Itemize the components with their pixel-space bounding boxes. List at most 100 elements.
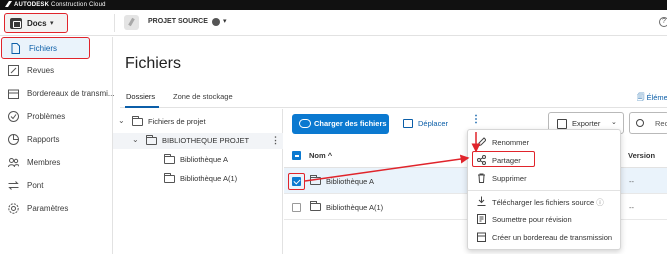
move-label: Déplacer: [418, 119, 449, 128]
tree-item-bibliotheque-projet[interactable]: ⌄ BIBLIOTHEQUE PROJET: [132, 134, 272, 150]
report-icon: [8, 134, 19, 145]
autodesk-logo-icon: [5, 1, 12, 7]
chevron-down-icon[interactable]: ⌄: [132, 135, 139, 144]
header: Docs ▾ PROJET SOURCE ▾ ?: [0, 10, 667, 36]
upload-files-label: Charger des fichiers: [314, 119, 387, 128]
trash-icon: [478, 173, 485, 183]
chevron-down-icon: ⌄: [611, 119, 617, 126]
help-icon[interactable]: ?: [659, 17, 667, 27]
menu-item-label: Supprimer: [492, 174, 527, 183]
export-label: Exporter: [572, 119, 601, 128]
submit-review-icon: [477, 214, 486, 224]
sidebar-item-label: Membres: [27, 158, 61, 167]
upload-files-button[interactable]: Charger des fichiers: [292, 114, 389, 134]
folder-icon: [146, 135, 157, 145]
menu-item-create-transmittal[interactable]: Créer un bordereau de transmission: [468, 229, 620, 245]
sidebar-item-label: Pont: [27, 181, 44, 190]
move-button[interactable]: Déplacer: [401, 114, 456, 134]
sidebar-item-label: Problèmes: [27, 112, 66, 121]
menu-separator: [468, 190, 620, 191]
folder-tree: ⌄ Fichiers de projet ⌄ BIBLIOTHEQUE PROJ…: [113, 109, 283, 254]
tree-item-bibliotheque-a[interactable]: Bibliothèque A: [160, 153, 270, 169]
sidebar-item-label: Rapports: [27, 135, 60, 144]
menu-item-submit-review[interactable]: Soumettre pour révision: [468, 211, 620, 227]
row-checkbox[interactable]: [292, 203, 301, 212]
row-name[interactable]: Bibliothèque A: [326, 177, 374, 186]
sidebar-item-issues[interactable]: Problèmes: [0, 106, 113, 128]
search-input[interactable]: Rec: [629, 112, 667, 134]
row-version: --: [629, 177, 634, 186]
tree-item-project-files[interactable]: ⌄ Fichiers de projet: [118, 115, 278, 131]
tree-item-bibliotheque-a1[interactable]: Bibliothèque A(1): [160, 172, 270, 188]
cloud-upload-icon: [299, 119, 311, 128]
sidebar-item-bridge[interactable]: Pont: [0, 175, 113, 197]
annotation-share-highlight: [472, 151, 535, 167]
export-icon: [557, 119, 567, 129]
tab-elements-label: Élémen: [646, 93, 667, 102]
info-icon[interactable]: ⓘ: [596, 198, 604, 207]
folder-icon: [164, 173, 175, 183]
sidebar-item-label: Revues: [27, 66, 55, 75]
tab-bar: Dossiers Zone de stockage 🗐 Élémen: [120, 88, 667, 108]
row-name[interactable]: Bibliothèque A(1): [326, 203, 383, 212]
tree-item-label: Bibliothèque A: [180, 155, 228, 164]
project-name[interactable]: PROJET SOURCE: [148, 18, 208, 25]
move-icon: [403, 119, 413, 128]
top-bar: AUTODESK Construction Cloud: [0, 0, 667, 10]
annotation-checkbox-highlight: [288, 173, 305, 190]
page-title: Fichiers: [125, 55, 182, 72]
menu-item-label: Télécharger les fichiers source ⓘ: [492, 197, 604, 208]
sidebar-item-transmittals[interactable]: Bordereaux de transmi...: [0, 83, 115, 105]
pencil-icon: [477, 137, 486, 147]
tree-more-icon[interactable]: ⋮: [271, 135, 280, 146]
transmittal-create-icon: [477, 232, 486, 242]
lock-icon: 🗐: [637, 93, 647, 102]
column-header-name[interactable]: Nom ^: [309, 151, 332, 160]
docs-app-icon: [10, 18, 22, 29]
globe-icon: [212, 18, 220, 26]
tab-storage[interactable]: Zone de stockage: [173, 92, 233, 101]
folder-icon: [132, 116, 143, 126]
project-chevron-down-icon[interactable]: ▾: [223, 17, 227, 25]
tab-elements[interactable]: 🗐 Élémen: [637, 92, 667, 105]
app-switcher-button[interactable]: Docs ▾: [4, 13, 68, 33]
sidebar-item-label: Paramètres: [27, 204, 69, 213]
tab-folders[interactable]: Dossiers: [126, 92, 155, 101]
sidebar-item-reviews[interactable]: Revues: [0, 60, 113, 82]
menu-item-download-source[interactable]: Télécharger les fichiers source ⓘ: [468, 193, 620, 209]
context-menu: Renommer Partager Supprimer Télécharger …: [467, 129, 621, 250]
search-placeholder: Rec: [655, 119, 667, 128]
search-icon: [636, 119, 644, 127]
project-thumbnail[interactable]: [124, 15, 139, 30]
settings-icon: [8, 203, 19, 214]
tree-item-label: BIBLIOTHEQUE PROJET: [162, 136, 250, 145]
autodesk-brand: AUTODESK Construction Cloud: [5, 1, 106, 8]
issue-icon: [8, 111, 19, 122]
sidebar-item-settings[interactable]: Paramètres: [0, 198, 113, 220]
members-icon: [8, 158, 19, 168]
menu-item-rename[interactable]: Renommer: [468, 134, 620, 150]
sidebar-item-files[interactable]: Fichiers: [1, 37, 90, 59]
active-tab-underline: [125, 106, 159, 108]
folder-icon: [310, 201, 321, 211]
tree-item-label: Fichiers de projet: [148, 117, 206, 126]
folder-icon: [164, 154, 175, 164]
brand-rest: Construction Cloud: [49, 2, 106, 8]
transmittal-icon: [8, 89, 19, 99]
menu-item-label: Renommer: [492, 138, 530, 147]
sidebar: Fichiers Revues Bordereaux de transmi...…: [0, 37, 115, 254]
download-icon: [477, 196, 486, 206]
menu-item-text: Télécharger les fichiers source: [492, 198, 595, 207]
folder-icon: [310, 175, 321, 185]
chevron-down-icon[interactable]: ⌄: [118, 116, 125, 125]
column-header-version[interactable]: Version: [628, 151, 655, 160]
sidebar-item-members[interactable]: Membres: [0, 152, 113, 174]
bridge-icon: [8, 181, 19, 190]
select-all-checkbox[interactable]: [292, 151, 301, 160]
menu-item-label: Créer un bordereau de transmission: [492, 233, 613, 242]
chevron-down-icon: ▾: [50, 20, 54, 27]
menu-item-delete[interactable]: Supprimer: [468, 170, 620, 186]
header-divider: [114, 14, 115, 32]
sidebar-item-reports[interactable]: Rapports: [0, 129, 113, 151]
brand-bold: AUTODESK: [14, 2, 50, 8]
